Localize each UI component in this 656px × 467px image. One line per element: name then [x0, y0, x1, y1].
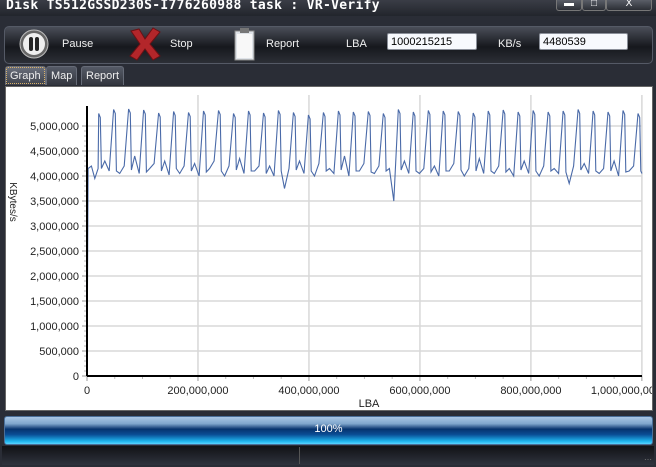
stop-button[interactable]: Stop [127, 27, 207, 61]
y-tick-label: 0 [73, 371, 79, 383]
close-button[interactable]: X [606, 0, 652, 11]
y-tick-label: 3,500,000 [30, 196, 79, 208]
tab-report[interactable]: Report [81, 66, 125, 85]
x-axis-label: LBA [359, 398, 380, 410]
progress-label: 100% [314, 423, 343, 435]
y-tick-label: 500,000 [39, 346, 79, 358]
x-tick-label: 1,000,000,000 [591, 385, 652, 397]
speed-label: KB/s [498, 38, 522, 50]
lba-field[interactable]: 1000215215 [387, 33, 477, 50]
y-tick-label: 1,000,000 [30, 321, 79, 333]
x-tick-label: 800,000,000 [500, 385, 561, 397]
pause-button[interactable]: Pause [17, 29, 97, 59]
tab-map[interactable]: Map [46, 66, 78, 85]
stop-label: Stop [170, 38, 193, 50]
lba-label: LBA [346, 38, 367, 50]
status-bar: ⋯ [2, 446, 654, 465]
x-tick-label: 200,000,000 [167, 385, 228, 397]
y-tick-label: 2,500,000 [30, 246, 79, 258]
minimize-icon: ▬ [564, 0, 574, 9]
resize-grip-icon[interactable]: ⋯ [644, 455, 652, 464]
x-tick-label: 400,000,000 [278, 385, 339, 397]
speed-field[interactable]: 4480539 [539, 33, 628, 50]
maximize-button[interactable]: □ [582, 0, 606, 11]
maximize-icon: □ [590, 0, 598, 9]
minimize-button[interactable]: ▬ [556, 0, 582, 11]
report-label: Report [266, 38, 300, 50]
status-divider [299, 447, 300, 464]
speed-chart: 0 500,000 1,000,000 1,500,000 2,000,000 2,500… [7, 95, 652, 410]
close-icon: X [625, 0, 633, 9]
progress-bar: 100% [4, 416, 653, 445]
y-tick-label: 4,000,000 [30, 171, 79, 183]
y-tick-label: 1,500,000 [30, 296, 79, 308]
y-tick-label: 2,000,000 [30, 271, 79, 283]
toolbar: Pause Stop Report LBA 1000215215 KB/s 44… [4, 26, 653, 64]
y-tick-label: 4,500,000 [30, 146, 79, 158]
pause-label: Pause [62, 38, 94, 50]
x-tick-label: 0 [84, 385, 90, 397]
title-bar: Disk TS512GSSD230S-I776260988 task : VR-… [0, 0, 656, 16]
tab-graph[interactable]: Graph [5, 66, 46, 85]
report-button[interactable]: Report [231, 27, 321, 61]
graph-panel: 0 500,000 1,000,000 1,500,000 2,000,000 2,500… [5, 86, 653, 411]
speed-series-line [86, 108, 643, 377]
x-tick-label: 600,000,000 [389, 385, 450, 397]
y-axis-label: KBytes/s [7, 182, 18, 221]
window-title: Disk TS512GSSD230S-I776260988 task : VR-… [6, 0, 380, 13]
y-tick-label: 3,000,000 [30, 221, 79, 233]
y-tick-label: 5,000,000 [30, 121, 79, 133]
stop-icon [129, 27, 161, 61]
clipboard-icon [234, 28, 255, 61]
pause-icon [19, 29, 49, 59]
